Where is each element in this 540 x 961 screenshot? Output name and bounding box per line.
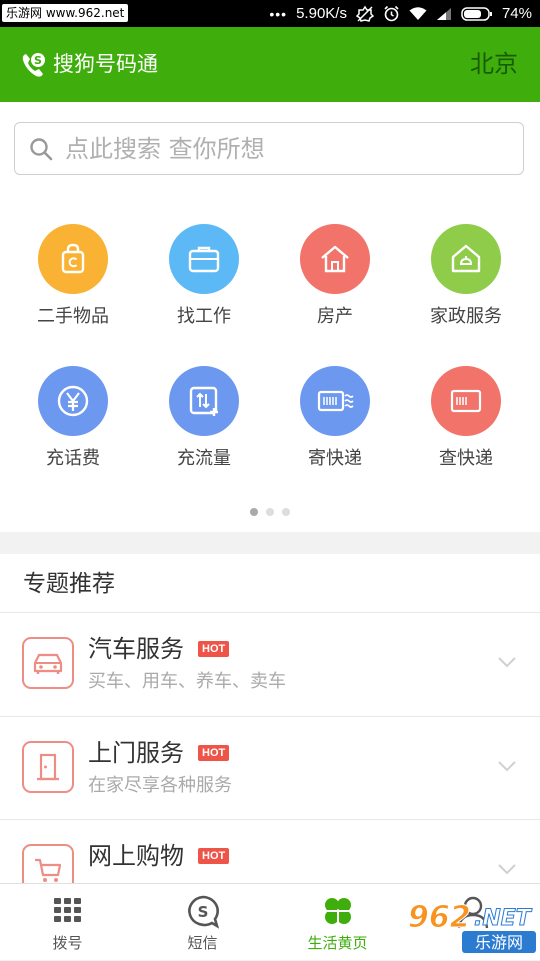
data-transfer-icon: [169, 366, 239, 436]
page-dot[interactable]: [250, 508, 258, 516]
chevron-down-icon[interactable]: [496, 651, 518, 673]
sms-icon: S: [188, 895, 220, 929]
nav-label: 短信: [187, 934, 218, 952]
home-panel: 点此搜索 查你所想 二手物品 找工作 房产 家政服务 充话费 充流量 寄快递 查…: [0, 102, 540, 532]
category-label: 寄快递: [308, 448, 362, 469]
category-housing[interactable]: 房产: [270, 224, 400, 328]
clover-icon: [325, 898, 351, 929]
signal-icon: [436, 7, 452, 21]
car-icon: [22, 637, 74, 689]
chevron-down-icon[interactable]: [496, 858, 518, 880]
page-dot[interactable]: [266, 508, 274, 516]
hot-badge: HOT: [198, 745, 230, 761]
category-label: 家政服务: [430, 306, 502, 327]
topic-subtitle: 买车、用车、养车、卖车: [88, 671, 286, 692]
category-send-express[interactable]: 寄快递: [270, 366, 400, 470]
tab-sms[interactable]: S 短信: [135, 884, 270, 961]
category-secondhand[interactable]: 二手物品: [8, 224, 138, 328]
watermark-badge: 乐游网 www.962.net: [2, 4, 129, 22]
briefcase-icon: [169, 224, 239, 294]
svg-text:S: S: [34, 54, 42, 67]
page-dot[interactable]: [282, 508, 290, 516]
svg-text:乐游网: 乐游网: [475, 933, 523, 952]
door-icon: [22, 741, 74, 793]
category-track-express[interactable]: 查快递: [401, 366, 531, 470]
section-title: 专题推荐: [23, 571, 115, 597]
category-label: 查快递: [439, 448, 493, 469]
category-label: 充话费: [46, 448, 100, 469]
track-parcel-icon: [431, 366, 501, 436]
search-placeholder: 点此搜索 查你所想: [65, 135, 265, 163]
topic-home-service[interactable]: 上门服务 HOT 在家尽享各种服务: [0, 717, 540, 820]
category-data-recharge[interactable]: 充流量: [139, 366, 269, 470]
svg-text:.NET: .NET: [474, 906, 533, 931]
search-input[interactable]: 点此搜索 查你所想: [14, 122, 524, 175]
alarm-icon: [383, 5, 400, 22]
category-housekeeping[interactable]: 家政服务: [401, 224, 531, 328]
category-label: 找工作: [177, 306, 231, 327]
tab-dialpad[interactable]: 拨号: [0, 884, 135, 961]
svg-text:962: 962: [408, 900, 471, 935]
hot-badge: HOT: [198, 641, 230, 657]
dialpad-icon: [54, 898, 81, 922]
status-icons: ••• 5.90K/s 74%: [269, 0, 532, 27]
topic-title: 上门服务: [88, 739, 184, 767]
topic-title: 网上购物: [88, 842, 184, 870]
category-label: 房产: [317, 306, 353, 327]
category-phone-recharge[interactable]: 充话费: [8, 366, 138, 470]
topic-car-service[interactable]: 汽车服务 HOT 买车、用车、养车、卖车: [0, 613, 540, 716]
chevron-down-icon[interactable]: [496, 755, 518, 777]
home-service-icon: [431, 224, 501, 294]
topic-title: 汽车服务: [88, 635, 184, 663]
network-speed: 5.90K/s: [296, 5, 347, 22]
nav-label: 拨号: [52, 934, 83, 952]
house-icon: [300, 224, 370, 294]
page-indicator: [0, 508, 540, 516]
category-label: 充流量: [177, 448, 231, 469]
more-dots-icon: •••: [269, 5, 288, 22]
site-watermark-logo: 962 .NET 乐游网: [408, 900, 536, 953]
nav-label: 生活黄页: [307, 934, 368, 952]
phone-logo-icon: S: [22, 53, 45, 77]
topics-section: 专题推荐 汽车服务 HOT 买车、用车、养车、卖车 上门服务 HOT 在家尽享各…: [0, 554, 540, 896]
category-label: 二手物品: [37, 306, 109, 327]
data-off-icon: [355, 5, 374, 23]
shopping-bag-icon: [38, 224, 108, 294]
battery-level: 74%: [501, 5, 532, 22]
hot-badge: HOT: [198, 848, 230, 864]
city-selector[interactable]: 北京: [470, 47, 518, 81]
battery-icon: [461, 6, 493, 21]
yen-icon: [38, 366, 108, 436]
topic-subtitle: 在家尽享各种服务: [88, 775, 232, 796]
wifi-icon: [409, 6, 427, 21]
category-jobs[interactable]: 找工作: [139, 224, 269, 328]
send-parcel-icon: [300, 366, 370, 436]
status-bar: 乐游网 www.962.net ••• 5.90K/s 74%: [0, 0, 540, 27]
tab-yellow-pages[interactable]: 生活黄页: [270, 884, 405, 961]
app-title: 搜狗号码通: [53, 52, 158, 76]
app-header: S 搜狗号码通 北京: [0, 27, 540, 102]
svg-text:S: S: [198, 903, 209, 921]
search-icon: [30, 138, 53, 161]
